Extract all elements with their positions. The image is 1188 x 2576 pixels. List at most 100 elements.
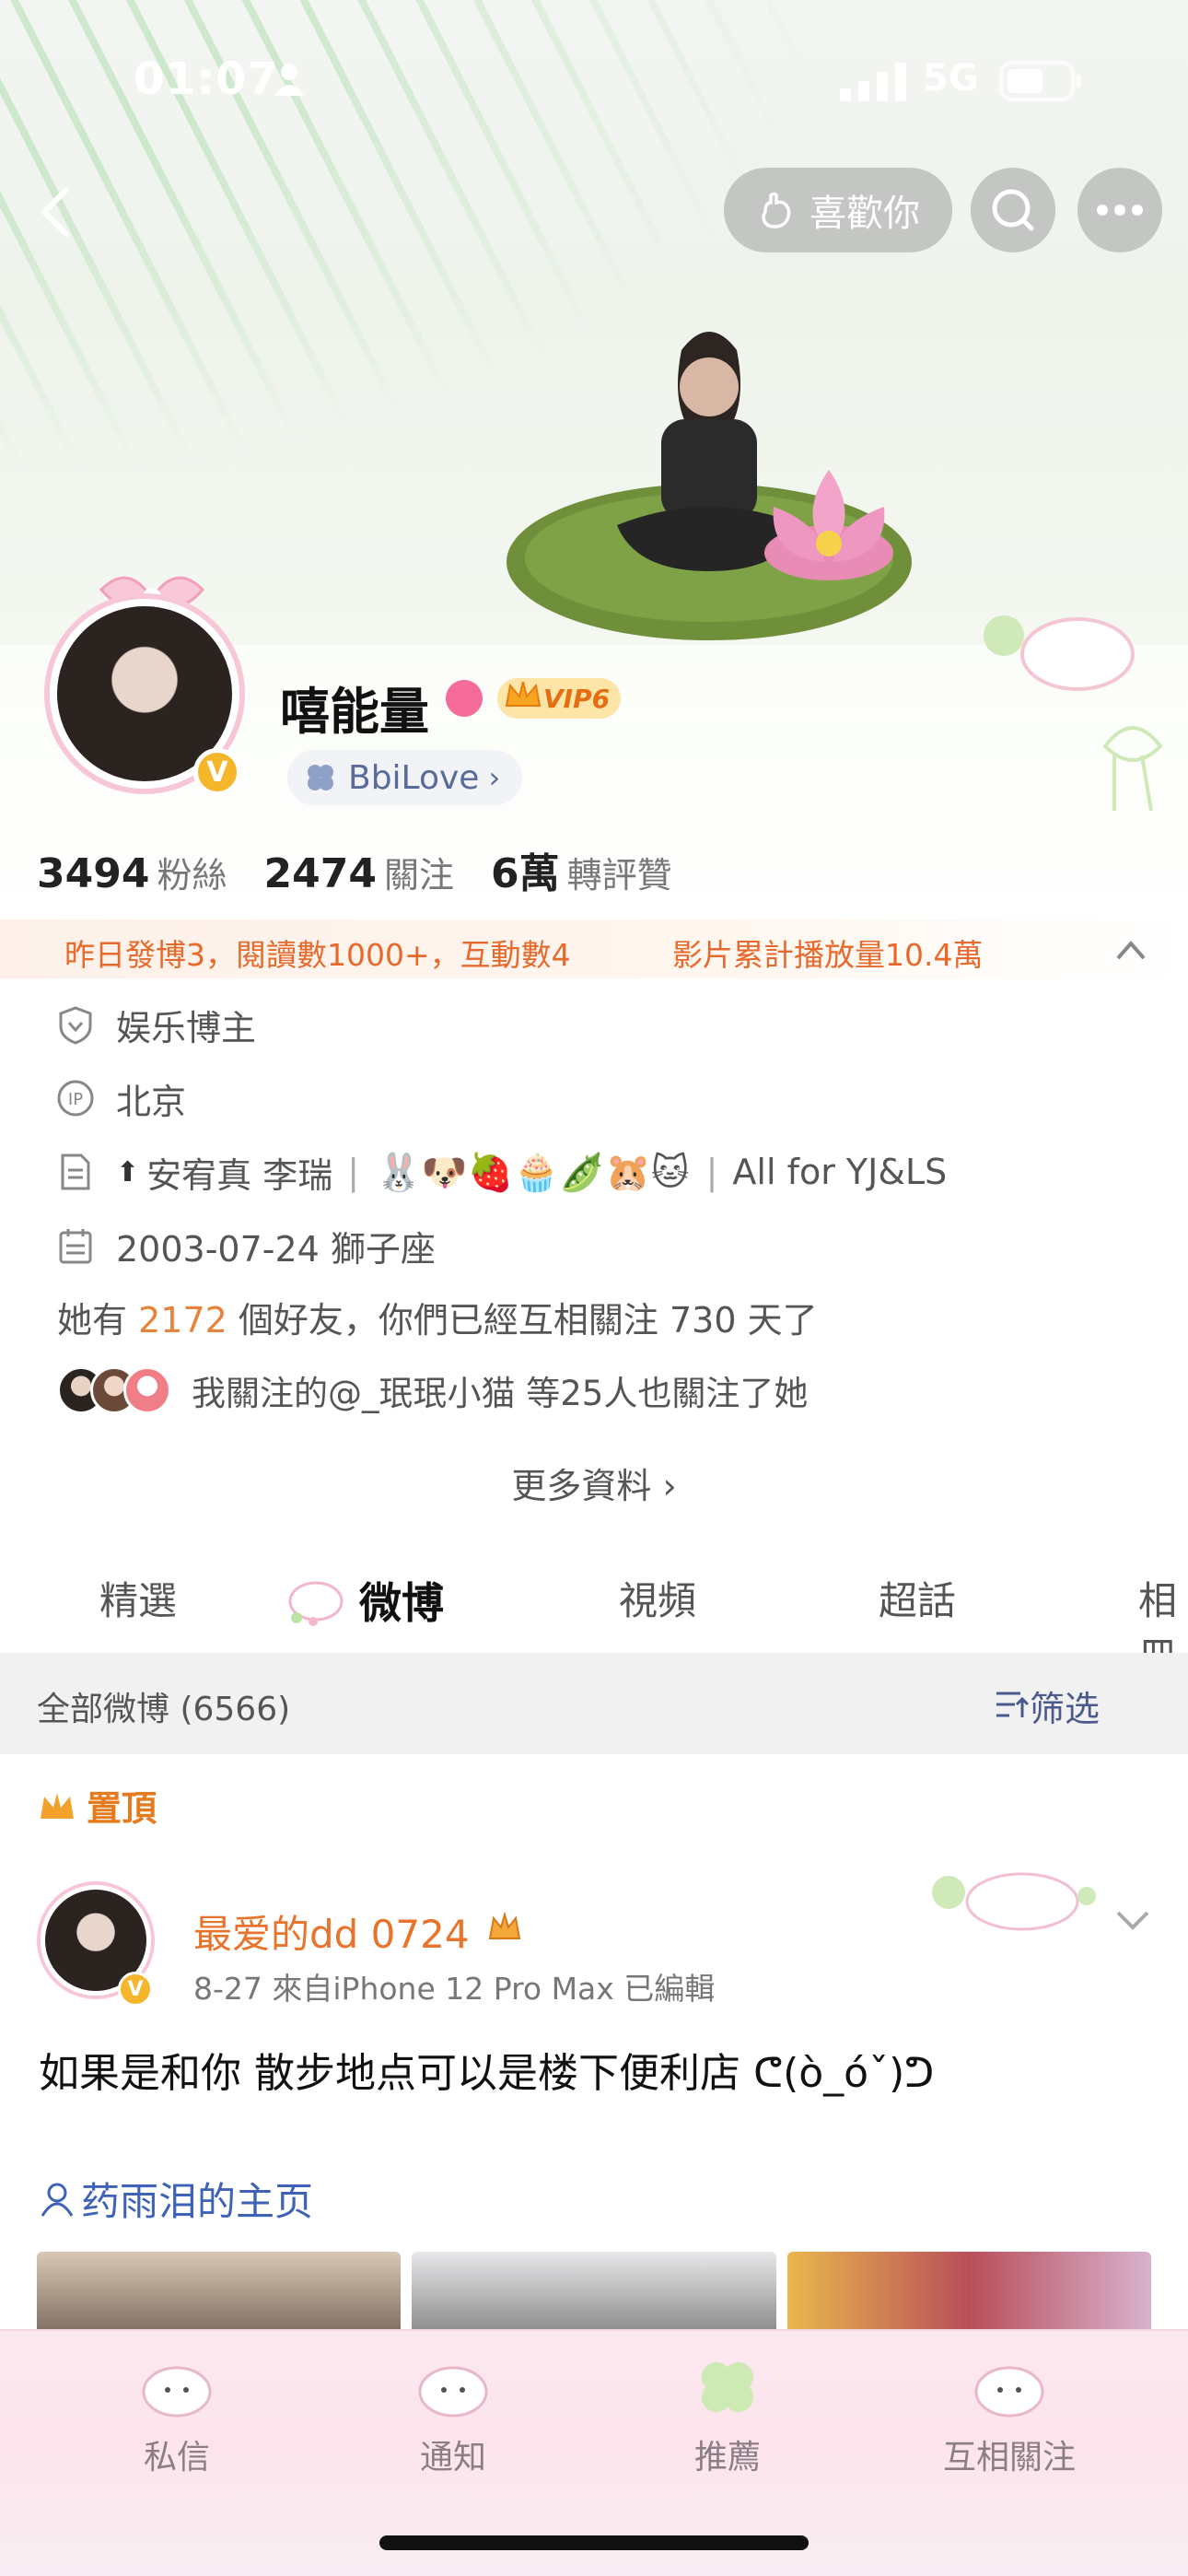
chevron-right-icon: ›	[488, 760, 501, 795]
chevron-right-icon: ›	[662, 1466, 677, 1506]
tab-featured[interactable]: 精選	[99, 1570, 177, 1626]
bio-names: 安宥真 李瑞	[146, 1154, 333, 1196]
top-arrow-icon: ⬆	[116, 1155, 140, 1188]
activity-posts: 昨日發博3，閱讀數1000+，互動數4	[64, 937, 571, 973]
svg-text:IP: IP	[68, 1090, 83, 1109]
profile-stats: 3494 粉絲 2474 關注 6萬 轉評贊	[37, 840, 672, 899]
cloud-sticker-icon	[288, 1581, 344, 1626]
mutual-follow-text: 我關注的@_珉珉小猫 等25人也關注了她	[192, 1374, 809, 1413]
recommend-button[interactable]: 推薦	[635, 2349, 820, 2478]
mutual-follow[interactable]: 我關注的@_珉珉小猫 等25人也關注了她	[57, 1365, 808, 1415]
tab-supertopic[interactable]: 超話	[879, 1570, 956, 1626]
stat-value: 2474	[263, 850, 377, 897]
mutual-follow-button[interactable]: 互相關注	[917, 2349, 1101, 2478]
info-birthday: 2003-07-24 獅子座	[55, 1218, 436, 1273]
search-icon	[992, 189, 1034, 231]
notify-label: 通知	[419, 2439, 486, 2476]
post-list-header: 全部微博 (6566) 筛选	[0, 1653, 1188, 1754]
search-button[interactable]	[971, 168, 1055, 252]
friends-summary[interactable]: 她有 2172 個好友，你們已經互相關注 730 天了	[57, 1292, 818, 1342]
bio-separator: |	[705, 1152, 718, 1192]
info-bio: ⬆ 安宥真 李瑞 | 🐰🐶🍓🧁🫛🐹🐱 | All for YJ&LS	[55, 1144, 947, 1200]
stat-label: 粉絲	[157, 855, 227, 896]
hand-heart-icon	[762, 192, 791, 228]
vip-badge[interactable]: VIP6	[497, 678, 622, 719]
status-bar: 01:07 5G	[0, 0, 1188, 157]
shield-icon	[59, 1006, 92, 1045]
document-icon	[61, 1153, 90, 1190]
search-badge-icon[interactable]	[446, 680, 483, 717]
birthday-text: 2003-07-24 獅子座	[116, 1228, 436, 1270]
back-icon[interactable]	[37, 184, 74, 240]
chevron-up-icon[interactable]	[1114, 936, 1147, 964]
bunny-mutual-icon	[974, 2366, 1044, 2418]
profile-tabs: 精選 微博 視頻 超話 相冊	[0, 1557, 1188, 1680]
ip-icon: IP	[57, 1080, 94, 1117]
like-you-label: 喜歡你	[809, 193, 920, 235]
crown-badge-icon	[488, 1911, 521, 1939]
verified-badge-icon: V	[193, 748, 241, 796]
banner-photo-lotus	[507, 332, 912, 640]
profile-name: 嘻能量	[280, 683, 429, 741]
more-dots-icon	[1097, 205, 1143, 216]
bunny-notify-icon	[418, 2366, 488, 2418]
message-label: 私信	[143, 2439, 210, 2476]
group-tag[interactable]: BbiLove ›	[287, 750, 523, 805]
filter-button[interactable]: 筛选	[1030, 1680, 1100, 1731]
tab-weibo[interactable]: 微博	[359, 1570, 444, 1631]
post-homepage-link[interactable]: 药雨泪的主页	[39, 2171, 313, 2227]
group-tag-label: BbiLove	[348, 758, 480, 797]
battery-icon	[999, 61, 1081, 101]
activity-summary[interactable]: 昨日發博3，閱讀數1000+，互動數4 影片累計播放量10.4萬	[0, 919, 1188, 978]
status-time: 01:07	[134, 53, 279, 105]
info-location: IP 北京	[55, 1071, 186, 1126]
calendar-icon	[59, 1229, 92, 1264]
stat-following[interactable]: 2474 關注	[263, 847, 453, 897]
friends-suffix: 個好友，你們已經互相關注 730 天了	[227, 1300, 818, 1341]
friends-prefix: 她有	[57, 1300, 139, 1341]
tab-videos[interactable]: 視頻	[619, 1570, 696, 1626]
bio-emojis: 🐰🐶🍓🧁🫛🐹🐱	[376, 1151, 690, 1194]
recommend-label: 推薦	[693, 2439, 761, 2476]
post-count: 全部微博 (6566)	[37, 1691, 291, 1728]
bio-separator: |	[347, 1152, 360, 1192]
info-category: 娱乐博主	[55, 997, 256, 1052]
clover-icon	[308, 765, 333, 790]
lucky-sticker-icon	[932, 1872, 1096, 1931]
crown-icon	[505, 681, 542, 707]
mutual-follow-label: 互相關注	[942, 2439, 1076, 2476]
crown-icon	[41, 1792, 74, 1819]
stat-value: 3494	[37, 850, 150, 897]
post-text: 如果是和你 散步地点可以是楼下便利店 ᕦ(ò_óˇ)ᕤ	[39, 2050, 935, 2097]
stat-value: 6萬	[490, 850, 560, 897]
stat-fans[interactable]: 3494 粉絲	[37, 847, 227, 897]
more-options-button[interactable]	[1077, 168, 1162, 252]
sticker-decoration-icon	[984, 615, 1163, 812]
location-text: 北京	[116, 1081, 187, 1122]
stat-label: 轉評贊	[566, 855, 672, 896]
friends-count: 2172	[138, 1300, 227, 1341]
like-you-button[interactable]: 喜歡你	[724, 168, 952, 252]
stat-interactions[interactable]: 6萬 轉評贊	[491, 840, 672, 899]
signal-icon	[840, 63, 906, 101]
notify-button[interactable]: 通知	[361, 2349, 545, 2478]
filter-icon	[996, 1692, 1030, 1717]
activity-video-plays: 影片累計播放量10.4萬	[672, 937, 984, 973]
more-info-label: 更多資料	[511, 1466, 652, 1506]
network-type: 5G	[923, 57, 979, 100]
home-indicator[interactable]	[379, 2535, 809, 2550]
verified-badge-icon: V	[118, 1972, 153, 2007]
pinned-text: 置頂	[87, 1788, 157, 1829]
post-meta: 8-27 來自iPhone 12 Pro Max 已編輯	[193, 1971, 716, 2007]
category-text: 娱乐博主	[116, 1007, 257, 1048]
avatar	[123, 1366, 171, 1414]
post-author-avatar[interactable]: V	[33, 1870, 160, 2008]
user-icon	[41, 2183, 74, 2217]
clover-recommend-icon	[702, 2362, 753, 2412]
post-author-name[interactable]: 最爱的dd 0724	[193, 1903, 470, 1960]
more-info-link[interactable]: 更多資料 ›	[0, 1458, 1188, 1508]
chevron-down-icon[interactable]	[1114, 1905, 1151, 1933]
message-button[interactable]: 私信	[85, 2349, 269, 2478]
stat-label: 關注	[383, 855, 454, 896]
post-link-label: 药雨泪的主页	[81, 2179, 314, 2224]
